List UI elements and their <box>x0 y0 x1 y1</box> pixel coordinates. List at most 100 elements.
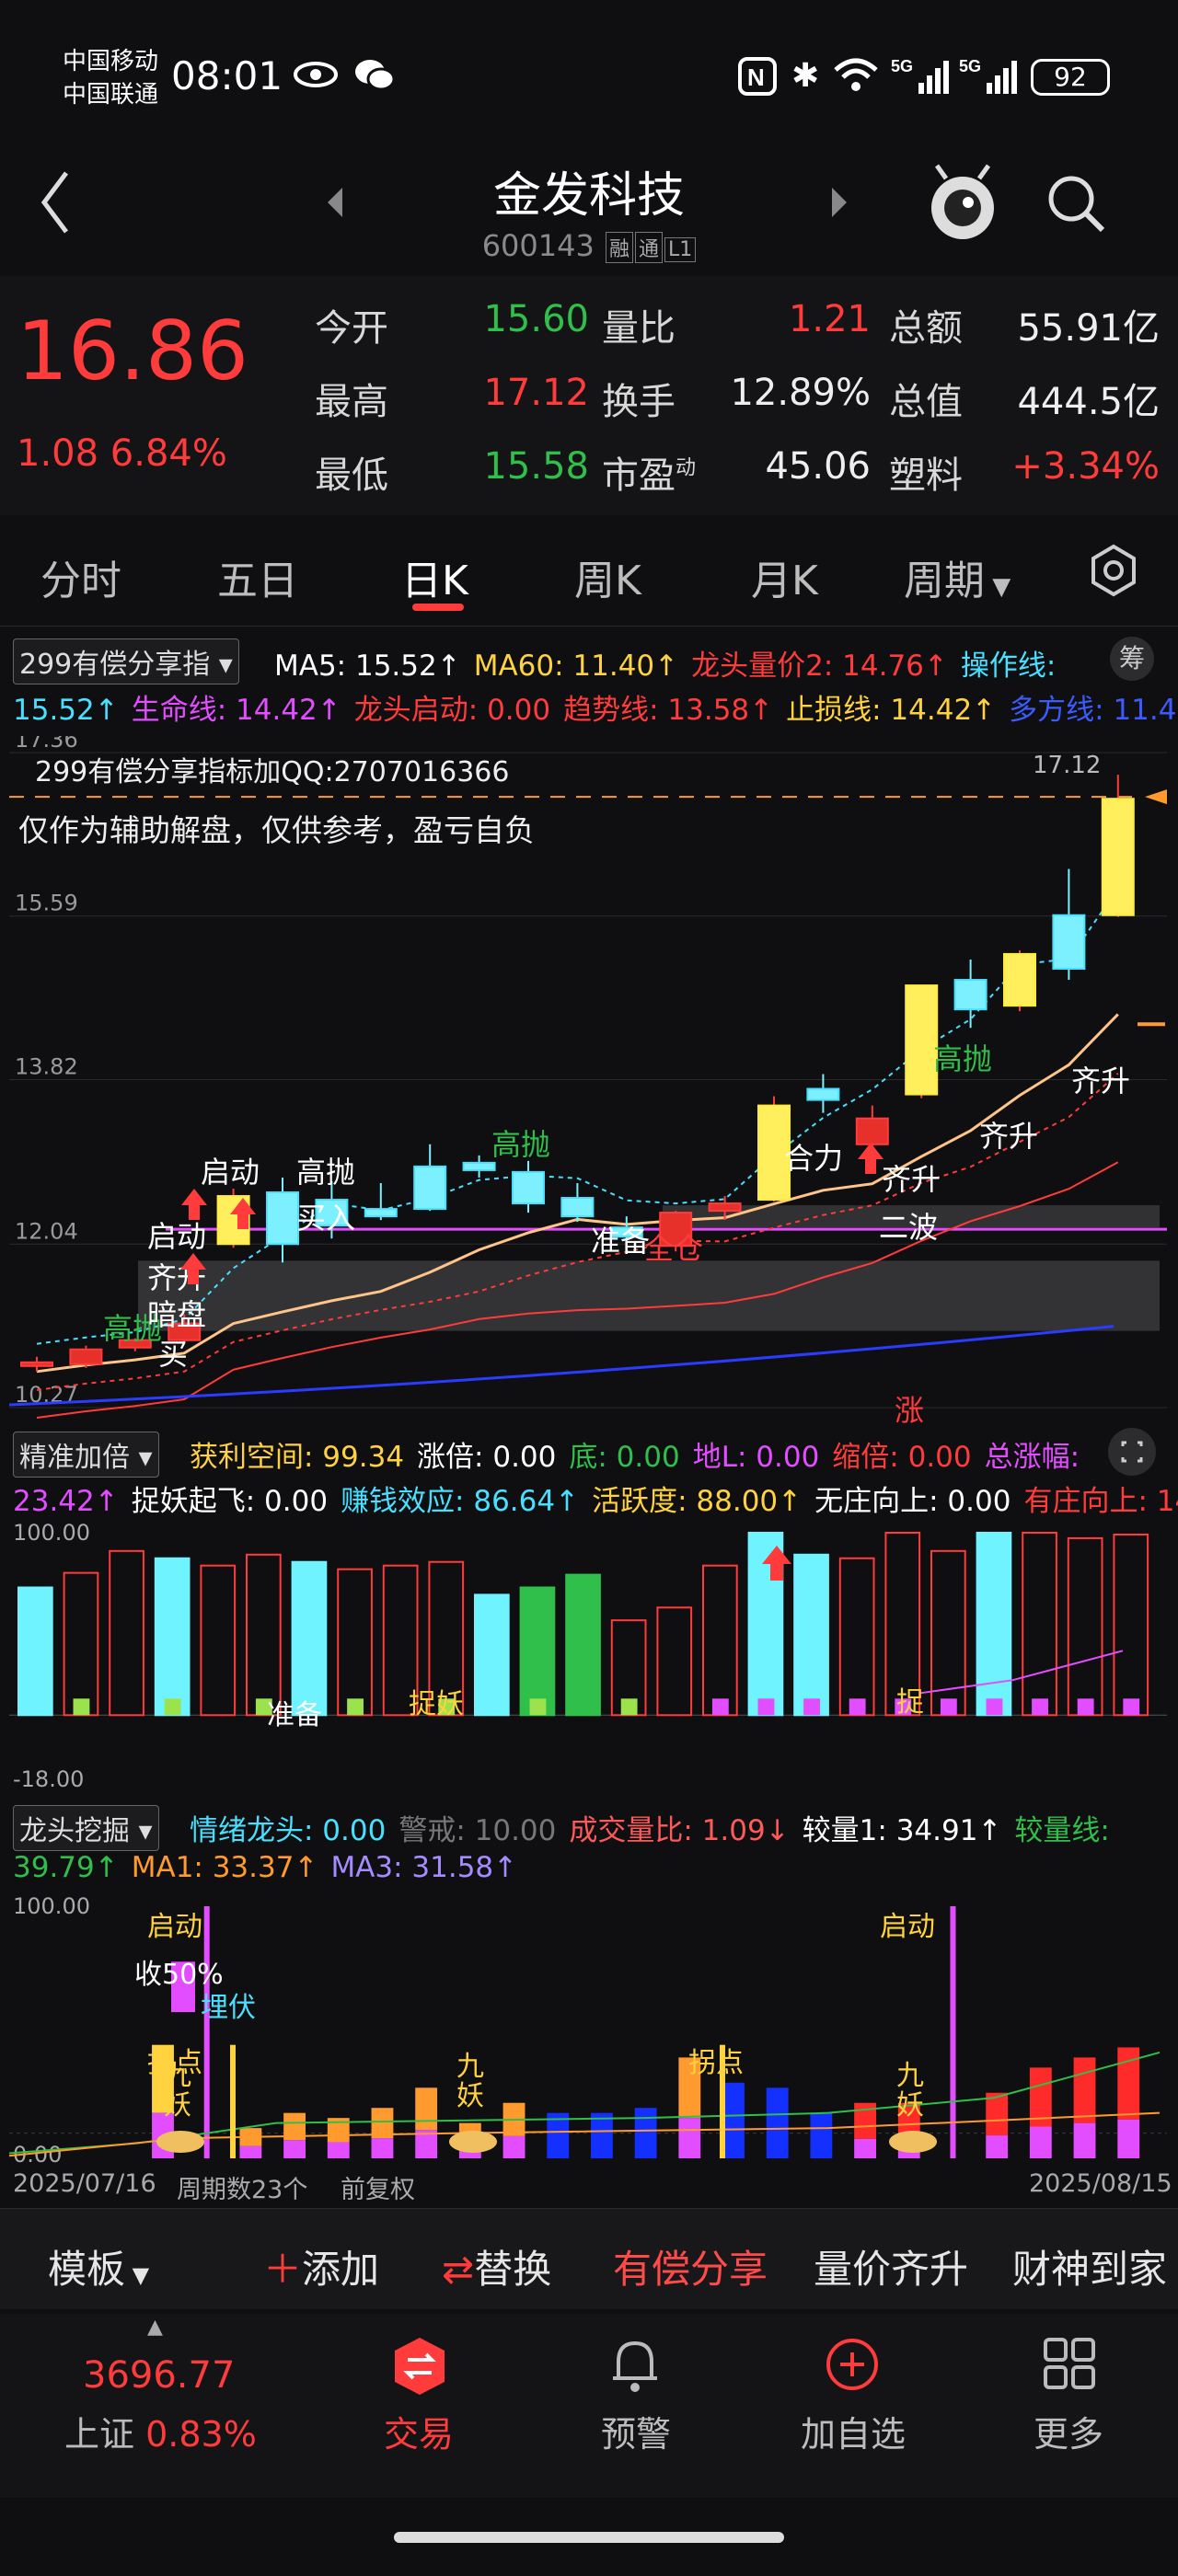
signal-label: 全仓 <box>644 1231 703 1266</box>
chip-distribution-button[interactable]: 筹 <box>1110 637 1154 681</box>
sub2-label: 九 <box>456 2051 484 2083</box>
buy-arrow-icon <box>181 1189 207 1220</box>
index-info[interactable]: 上证 0.83% <box>64 2406 257 2456</box>
tab-weekly-k[interactable]: 周K <box>574 547 641 606</box>
sub2-indicator-row-2: 39.79↑ MA1: 33.37↑ MA3: 31.58↑ <box>13 1851 530 1884</box>
main-ind-value-2: 龙头量价2: 14.76↑ <box>691 650 948 683</box>
candle-body <box>1003 952 1036 1007</box>
replace-label: 替换 <box>474 2247 552 2292</box>
sub2-label: 拐点 <box>688 2047 744 2079</box>
candle-body <box>905 984 939 1096</box>
sub2-label: 收50% <box>134 1959 224 1991</box>
sub1-bar <box>337 1568 373 1717</box>
more-grid-icon[interactable] <box>1042 2336 1097 2395</box>
battery-level: 92 <box>1054 62 1087 92</box>
sub2-bar-bottom <box>1117 2119 1140 2158</box>
sub1-y-bottom: -18.00 <box>13 1766 84 1792</box>
tab-monthly-k[interactable]: 月K <box>751 547 818 606</box>
sub1-bar <box>793 1553 829 1717</box>
current-price: 16.86 <box>17 304 248 398</box>
carrier-1: 中国移动 <box>63 48 159 75</box>
amount-label: 总额 <box>889 307 963 350</box>
sub1-ind2-value-0: 23.42↑ <box>13 1485 119 1518</box>
sub1-ind2-value-3: 活跃度: 88.00↑ <box>592 1485 803 1518</box>
add-button[interactable]: ＋添加 <box>263 2238 379 2294</box>
sub2-bar <box>591 2112 613 2158</box>
sub2-bar <box>722 2082 745 2158</box>
sub2-indicator-selector[interactable]: 龙头挖掘 ▾ <box>13 1805 159 1851</box>
template-button[interactable]: 模板 ▼ <box>48 2238 149 2294</box>
settings-icon[interactable] <box>1086 543 1141 602</box>
bell-icon[interactable] <box>607 2336 663 2400</box>
sector-label[interactable]: 塑料 <box>889 445 963 499</box>
sub1-bar <box>246 1553 282 1717</box>
stock-code: 600143 融通 L1 <box>0 228 1178 263</box>
sub2-bar-top <box>1073 2057 1096 2123</box>
tag-connect: 通 <box>635 232 664 263</box>
pe-value: 45.06 <box>765 445 871 488</box>
sub1-small-bar <box>711 1698 729 1716</box>
nav-alert[interactable]: 预警 <box>585 2406 687 2456</box>
nav-more[interactable]: 更多 <box>1018 2406 1119 2456</box>
main-indicator-selector[interactable]: 299有偿分享指 ▾ <box>13 638 239 684</box>
date-start: 2025/07/16 <box>13 2169 156 2198</box>
trade-icon[interactable] <box>391 2336 448 2400</box>
sub1-ind-value-2: 底: 0.00 <box>569 1441 680 1474</box>
tab-period[interactable]: 周期 ▼ <box>904 547 1011 606</box>
sub1-ind-value-5: 总涨幅: <box>984 1441 1080 1474</box>
low-value: 15.58 <box>483 445 589 488</box>
gold-ingot-icon <box>156 2131 204 2153</box>
tab-daily-k[interactable]: 日K <box>401 547 468 606</box>
disclaimer: 仅作为辅助解盘，仅供参考，盈亏自负 <box>18 812 535 848</box>
candle-body <box>364 1208 398 1218</box>
sub2-ind-value-4: 较量线: <box>1014 1814 1110 1847</box>
sub1-small-bar <box>164 1698 181 1716</box>
sub2-bar <box>634 2108 657 2158</box>
next-stock-icon[interactable] <box>828 184 850 224</box>
sub2-bar-bottom <box>371 2138 394 2158</box>
tag-margin: 融 <box>606 232 634 263</box>
volume-price-button[interactable]: 量价齐升 <box>814 2238 968 2294</box>
wealth-button[interactable]: 财神到家 <box>1012 2238 1167 2294</box>
tab-intraday[interactable]: 分时 <box>40 547 121 606</box>
date-end: 2025/08/15 <box>1029 2169 1172 2198</box>
market-cap-value: 444.5亿 <box>1017 381 1160 423</box>
low-label: 最低 <box>315 454 388 497</box>
sub2-bar-bottom <box>502 2135 525 2158</box>
sub2-label: 妖 <box>164 2089 191 2122</box>
signal-label: 高抛 <box>491 1127 550 1162</box>
add-watchlist-icon[interactable] <box>824 2336 881 2397</box>
stock-name: 金发科技 <box>492 168 685 224</box>
main-ind2-value-5: 多方线: 11.40↑ <box>1009 694 1178 727</box>
sub1-small-bar <box>73 1698 90 1716</box>
paid-share-button[interactable]: 有偿分享 <box>613 2238 768 2294</box>
sub1-indicator-selector[interactable]: 精准加倍 ▾ <box>13 1432 159 1478</box>
high-marker-icon <box>1145 789 1167 805</box>
high-label: 最高 <box>315 381 388 423</box>
mascot-icon[interactable] <box>924 162 1001 248</box>
sub2-bar-bottom <box>986 2135 1009 2158</box>
candle-body <box>462 1161 496 1171</box>
ad-line: 299有偿分享指标加QQ:2707016366 <box>35 756 510 788</box>
sub1-chart[interactable]: 100.00 -18.00 准备 捉妖 捉 <box>0 1518 1178 1794</box>
wifi-icon <box>832 55 880 98</box>
nav-trade[interactable]: 交易 <box>368 2406 469 2456</box>
status-bar: 中国移动 中国联通 08:01 N ✱ 5G 5G 92 <box>0 0 1178 147</box>
home-indicator[interactable] <box>394 2532 784 2543</box>
sub2-chart[interactable]: 100.000.00启动收50%埋伏拐点九妖九妖拐点启动九妖 <box>0 1892 1178 2168</box>
vol-ratio-label: 量比 <box>602 307 676 350</box>
tab-five-day[interactable]: 五日 <box>217 547 298 606</box>
signal-label: 启动 <box>201 1155 260 1190</box>
sub2-label: 埋伏 <box>201 1992 256 2024</box>
indicator-toolbar: 模板 ▼ ＋添加 ⇄替换 有偿分享 量价齐升 财神到家 <box>0 2208 1178 2309</box>
expand-icon[interactable] <box>1108 1428 1156 1476</box>
signal-icon-2: 5G <box>959 55 1018 99</box>
search-icon[interactable] <box>1044 171 1108 239</box>
main-ind2-value-0: 15.52↑ <box>13 694 119 727</box>
support-zone <box>138 1260 1160 1331</box>
sub2-indicator-name: 龙头挖掘 <box>19 1815 130 1847</box>
index-value[interactable]: 3696.77 <box>83 2354 235 2397</box>
nav-add-watchlist[interactable]: 加自选 <box>784 2406 922 2456</box>
replace-button[interactable]: ⇄替换 <box>442 2238 551 2294</box>
candle-body <box>806 1087 840 1101</box>
